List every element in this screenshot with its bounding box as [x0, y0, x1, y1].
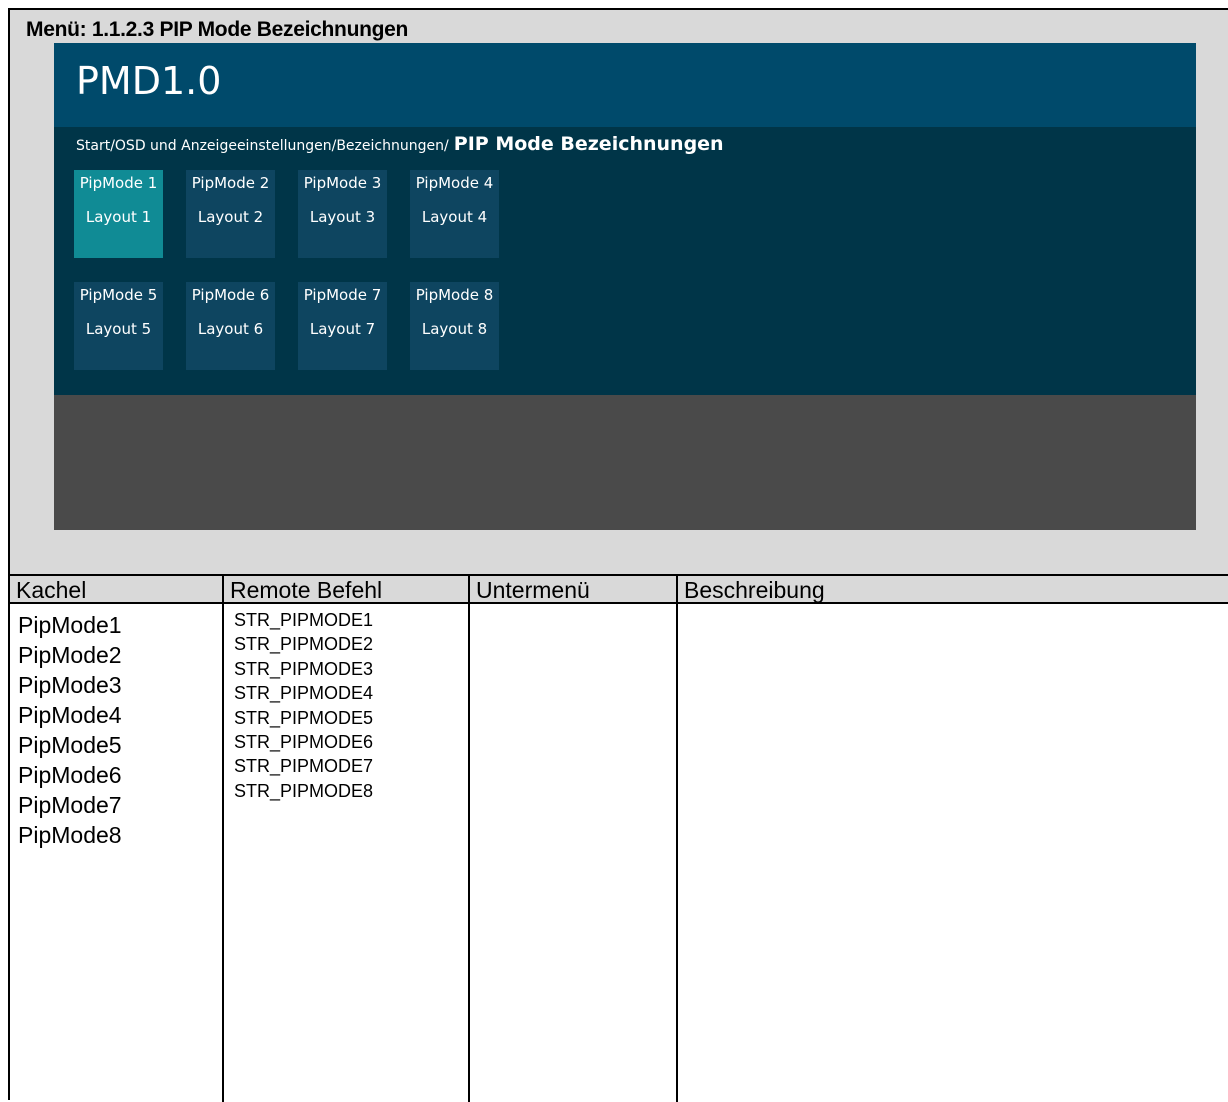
column-divider — [676, 574, 678, 1102]
breadcrumb: Start/OSD und Anzeigeeinstellungen/Bezei… — [76, 133, 724, 155]
list-item: PipMode6 — [18, 762, 122, 788]
list-item: PipMode1 — [18, 612, 122, 638]
header-kachel: Kachel — [16, 577, 87, 603]
tile-pipmode-5[interactable]: PipMode 5 Layout 5 — [74, 282, 163, 370]
tile-layout: Layout 3 — [309, 208, 376, 226]
tile-pipmode-3[interactable]: PipMode 3 Layout 3 — [298, 170, 387, 258]
list-item: PipMode4 — [18, 702, 122, 728]
breadcrumb-current: PIP Mode Bezeichnungen — [453, 133, 724, 155]
tile-name: PipMode 1 — [79, 174, 158, 192]
list-item: STR_PIPMODE7 — [234, 756, 374, 777]
tile-pipmode-4[interactable]: PipMode 4 Layout 4 — [410, 170, 499, 258]
tile-name: PipMode 4 — [415, 174, 494, 192]
app-header: PMD1.0 — [54, 43, 1196, 127]
menu-title: Menü: 1.1.2.3 PIP Mode Bezeichnungen — [26, 18, 409, 41]
list-item: PipMode3 — [18, 672, 122, 698]
tile-layout: Layout 6 — [197, 320, 264, 338]
tile-layout: Layout 5 — [85, 320, 152, 338]
osd-screen: PMD1.0 Start/OSD und Anzeigeeinstellunge… — [54, 43, 1196, 530]
list-item: PipMode7 — [18, 792, 122, 818]
header-remote-befehl: Remote Befehl — [230, 577, 383, 603]
tile-name: PipMode 6 — [191, 286, 270, 304]
column-divider — [222, 574, 224, 1102]
tile-name: PipMode 8 — [415, 286, 494, 304]
remote-column: STR_PIPMODE1 STR_PIPMODE2 STR_PIPMODE3 S… — [234, 608, 373, 803]
tile-name: PipMode 3 — [303, 174, 382, 192]
tile-layout: Layout 1 — [85, 208, 152, 226]
column-divider — [468, 574, 470, 1102]
menu-panel: Menü: 1.1.2.3 PIP Mode Bezeichnungen PMD… — [10, 10, 1228, 574]
list-item: STR_PIPMODE1 — [234, 610, 374, 630]
tile-layout: Layout 8 — [421, 320, 488, 338]
tile-layout: Layout 2 — [197, 208, 264, 226]
tile-area: Start/OSD und Anzeigeeinstellungen/Bezei… — [54, 127, 1196, 395]
app-title: PMD1.0 — [76, 59, 222, 103]
tile-pipmode-1[interactable]: PipMode 1 Layout 1 — [74, 170, 163, 258]
list-item: PipMode8 — [18, 822, 122, 848]
tile-layout: Layout 4 — [421, 208, 488, 226]
list-item: STR_PIPMODE2 — [234, 634, 374, 655]
list-item: PipMode5 — [18, 732, 122, 758]
table-header-row: Kachel Remote Befehl Untermenü Beschreib… — [10, 574, 1228, 604]
header-untermenu: Untermenü — [476, 577, 590, 603]
spec-table: Kachel Remote Befehl Untermenü Beschreib… — [10, 574, 1228, 1102]
tile-pipmode-6[interactable]: PipMode 6 Layout 6 — [186, 282, 275, 370]
tile-pipmode-2[interactable]: PipMode 2 Layout 2 — [186, 170, 275, 258]
tile-pipmode-7[interactable]: PipMode 7 Layout 7 — [298, 282, 387, 370]
tile-name: PipMode 5 — [79, 286, 158, 304]
list-item: STR_PIPMODE4 — [234, 683, 374, 704]
tile-name: PipMode 2 — [191, 174, 270, 192]
list-item: STR_PIPMODE8 — [234, 780, 374, 801]
header-beschreibung: Beschreibung — [684, 577, 825, 603]
list-item: STR_PIPMODE5 — [234, 707, 374, 728]
tile-pipmode-8[interactable]: PipMode 8 Layout 8 — [410, 282, 499, 370]
kachel-column: PipMode1 PipMode2 PipMode3 PipMode4 PipM… — [18, 610, 122, 850]
list-item: STR_PIPMODE3 — [234, 658, 374, 679]
list-item: PipMode2 — [18, 642, 122, 668]
list-item: STR_PIPMODE6 — [234, 732, 374, 753]
document-frame: Menü: 1.1.2.3 PIP Mode Bezeichnungen PMD… — [8, 8, 1228, 1102]
tile-layout: Layout 7 — [309, 320, 376, 338]
tile-name: PipMode 7 — [303, 286, 382, 304]
breadcrumb-path[interactable]: Start/OSD und Anzeigeeinstellungen/Bezei… — [76, 138, 449, 154]
